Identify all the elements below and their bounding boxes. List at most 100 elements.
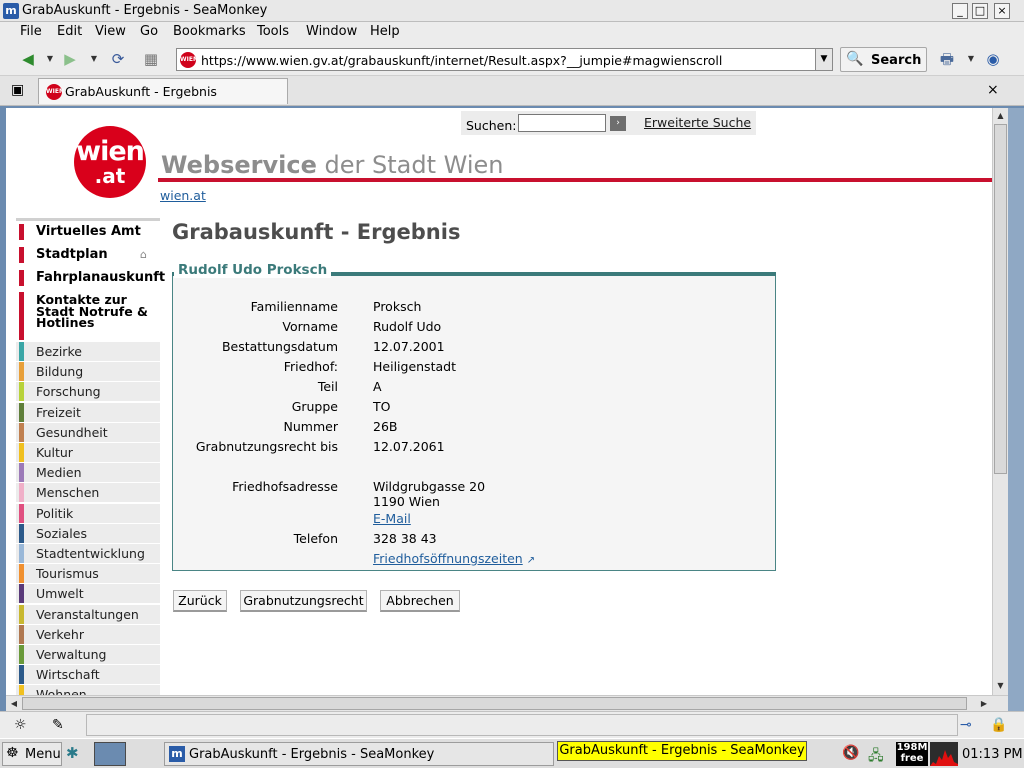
brand-divider	[158, 178, 992, 182]
menu-window[interactable]: Window	[306, 24, 357, 39]
stop-icon[interactable]: ▦	[141, 50, 161, 68]
search-button-label: Search	[871, 53, 922, 68]
menu-view[interactable]: View	[95, 24, 126, 39]
minimize-button[interactable]: _	[952, 3, 968, 19]
nav-category-item[interactable]: Menschen	[16, 483, 160, 503]
opening-hours-link[interactable]: Friedhofsöffnungszeiten ↗	[373, 551, 535, 566]
compose-icon[interactable]: ✎	[52, 717, 64, 733]
chevron-down-icon[interactable]: ▼	[89, 54, 99, 64]
category-color-marker	[19, 503, 24, 523]
print-icon[interactable]: 🖶	[937, 50, 957, 68]
nav-category-item[interactable]: Freizeit	[16, 402, 160, 422]
nav-category-item[interactable]: Soziales	[16, 523, 160, 543]
horizontal-scrollbar[interactable]: ◀ ▶	[6, 695, 1008, 711]
horizontal-scroll-thumb[interactable]	[22, 697, 967, 710]
new-tab-icon[interactable]: ▣	[11, 82, 24, 98]
reload-icon[interactable]: ⟳	[108, 50, 128, 68]
scroll-up-icon[interactable]: ▲	[994, 109, 1007, 123]
globe-icon[interactable]: ◉	[983, 50, 1003, 68]
nav-category-item[interactable]: Bezirke	[16, 342, 160, 361]
maximize-button[interactable]: □	[972, 3, 988, 19]
email-link[interactable]: E-Mail	[373, 511, 411, 526]
nav-stadtplan[interactable]: Stadtplan ⌂	[16, 245, 160, 265]
nav-label: Kontakte zur Stadt Notrufe & Hotlines	[36, 292, 148, 330]
menu-tools[interactable]: Tools	[257, 24, 289, 39]
nav-divider	[16, 218, 160, 221]
url-bar[interactable]: WIEN https://www.wien.gv.at/grabauskunft…	[176, 48, 833, 71]
scroll-down-icon[interactable]: ▼	[994, 679, 1007, 693]
map-house-icon: ⌂	[140, 248, 147, 261]
nav-category-item[interactable]: Kultur	[16, 443, 160, 462]
nav-category-item[interactable]: Bildung	[16, 362, 160, 382]
category-color-marker	[19, 443, 24, 462]
breadcrumb-home-link[interactable]: wien.at	[160, 188, 206, 203]
chevron-down-icon[interactable]: ▼	[966, 54, 976, 64]
nav-category-item[interactable]: Tourismus	[16, 564, 160, 584]
menu-bookmarks[interactable]: Bookmarks	[173, 24, 246, 39]
menu-help[interactable]: Help	[370, 24, 400, 39]
network-icon[interactable]: 🖧	[868, 745, 884, 768]
nav-category-item[interactable]: Verwaltung	[16, 645, 160, 664]
navigation-toolbar: ◀ ▼ ▶ ▼ ⟳ ▦ WIEN https://www.wien.gv.at/…	[0, 42, 1024, 76]
lock-icon[interactable]: 🔒	[990, 717, 1007, 733]
nav-category-item[interactable]: Medien	[16, 463, 160, 483]
field-value: Rudolf Udo	[373, 319, 442, 334]
scroll-left-icon[interactable]: ◀	[7, 697, 21, 710]
vertical-scroll-thumb[interactable]	[994, 124, 1007, 474]
close-window-button[interactable]: ×	[994, 3, 1010, 19]
start-menu-button[interactable]: ☸ Menu	[2, 742, 62, 766]
vertical-scrollbar[interactable]: ▲ ▼	[992, 108, 1008, 695]
menu-edit[interactable]: Edit	[57, 24, 82, 39]
nav-category-item[interactable]: Politik	[16, 503, 160, 523]
nav-category-item[interactable]: Verkehr	[16, 624, 160, 644]
site-favicon-icon: WIEN	[46, 84, 64, 100]
nav-category-item[interactable]: Wohnen	[16, 685, 160, 695]
url-text[interactable]: https://www.wien.gv.at/grabauskunft/inte…	[201, 53, 722, 68]
nav-category-item[interactable]: Veranstaltungen	[16, 604, 160, 624]
nav-category-item[interactable]: Forschung	[16, 382, 160, 402]
logo-text-wien: wien	[76, 136, 145, 167]
site-search-go-button[interactable]: ›	[610, 116, 626, 131]
nav-kontakte[interactable]: Kontakte zur Stadt Notrufe & Hotlines	[16, 292, 160, 340]
taskbar-window-button[interactable]: m GrabAuskunft - Ergebnis - SeaMonkey	[164, 742, 554, 766]
start-menu-label: Menu	[25, 747, 61, 762]
settings-gear-icon[interactable]: ✱	[66, 744, 79, 762]
status-text-field	[86, 714, 958, 736]
back-arrow-icon[interactable]: ◀	[18, 50, 38, 68]
nav-fahrplanauskunft[interactable]: Fahrplanauskunft	[16, 268, 165, 288]
field-value: 12.07.2061	[373, 439, 445, 454]
tab-grabauskunft[interactable]: WIEN GrabAuskunft - Ergebnis	[38, 78, 288, 104]
category-color-marker	[19, 402, 24, 422]
back-button[interactable]: Zurück	[173, 590, 227, 612]
site-search-input[interactable]	[518, 114, 606, 132]
status-bar: ☼ ✎ ⊸ 🔒	[0, 711, 1024, 738]
scroll-right-icon[interactable]: ▶	[977, 697, 991, 710]
extended-search-link[interactable]: Erweiterte Suche	[644, 115, 751, 130]
chevron-down-icon[interactable]: ▼	[45, 54, 55, 64]
category-label: Wohnen	[36, 687, 87, 695]
opening-hours-link-text[interactable]: Friedhofsöffnungszeiten	[373, 551, 523, 566]
url-history-dropdown[interactable]: ▼	[815, 49, 832, 70]
menu-file[interactable]: File	[20, 24, 42, 39]
category-label: Wirtschaft	[36, 667, 100, 683]
site-brand-title: Webservice der Stadt Wien	[161, 151, 503, 179]
window-titlebar: m GrabAuskunft - Ergebnis - SeaMonkey _ …	[0, 0, 1024, 22]
category-label: Verkehr	[36, 626, 84, 642]
nav-category-item[interactable]: Stadtentwicklung	[16, 544, 160, 563]
nav-virtuelles-amt[interactable]: Virtuelles Amt	[16, 222, 160, 242]
nav-category-item[interactable]: Wirtschaft	[16, 665, 160, 685]
forward-arrow-icon[interactable]: ▶	[60, 50, 80, 68]
wien-at-logo[interactable]: wien .at	[74, 126, 146, 198]
nav-category-item[interactable]: Umwelt	[16, 584, 160, 604]
close-tab-icon[interactable]: ×	[987, 82, 999, 98]
menu-go[interactable]: Go	[140, 24, 158, 39]
cancel-button[interactable]: Abbrechen	[380, 590, 460, 612]
online-connection-icon[interactable]: ⊸	[960, 717, 972, 733]
category-label: Politik	[36, 505, 74, 521]
nav-category-item[interactable]: Gesundheit	[16, 422, 160, 442]
volume-muted-icon[interactable]: 🔇	[842, 745, 859, 761]
grave-rights-button[interactable]: Grabnutzungsrecht	[240, 590, 367, 612]
desktop-pager[interactable]	[94, 742, 126, 766]
search-button[interactable]: 🔍 Search	[840, 47, 927, 72]
brand-rest: der Stadt Wien	[324, 151, 504, 179]
